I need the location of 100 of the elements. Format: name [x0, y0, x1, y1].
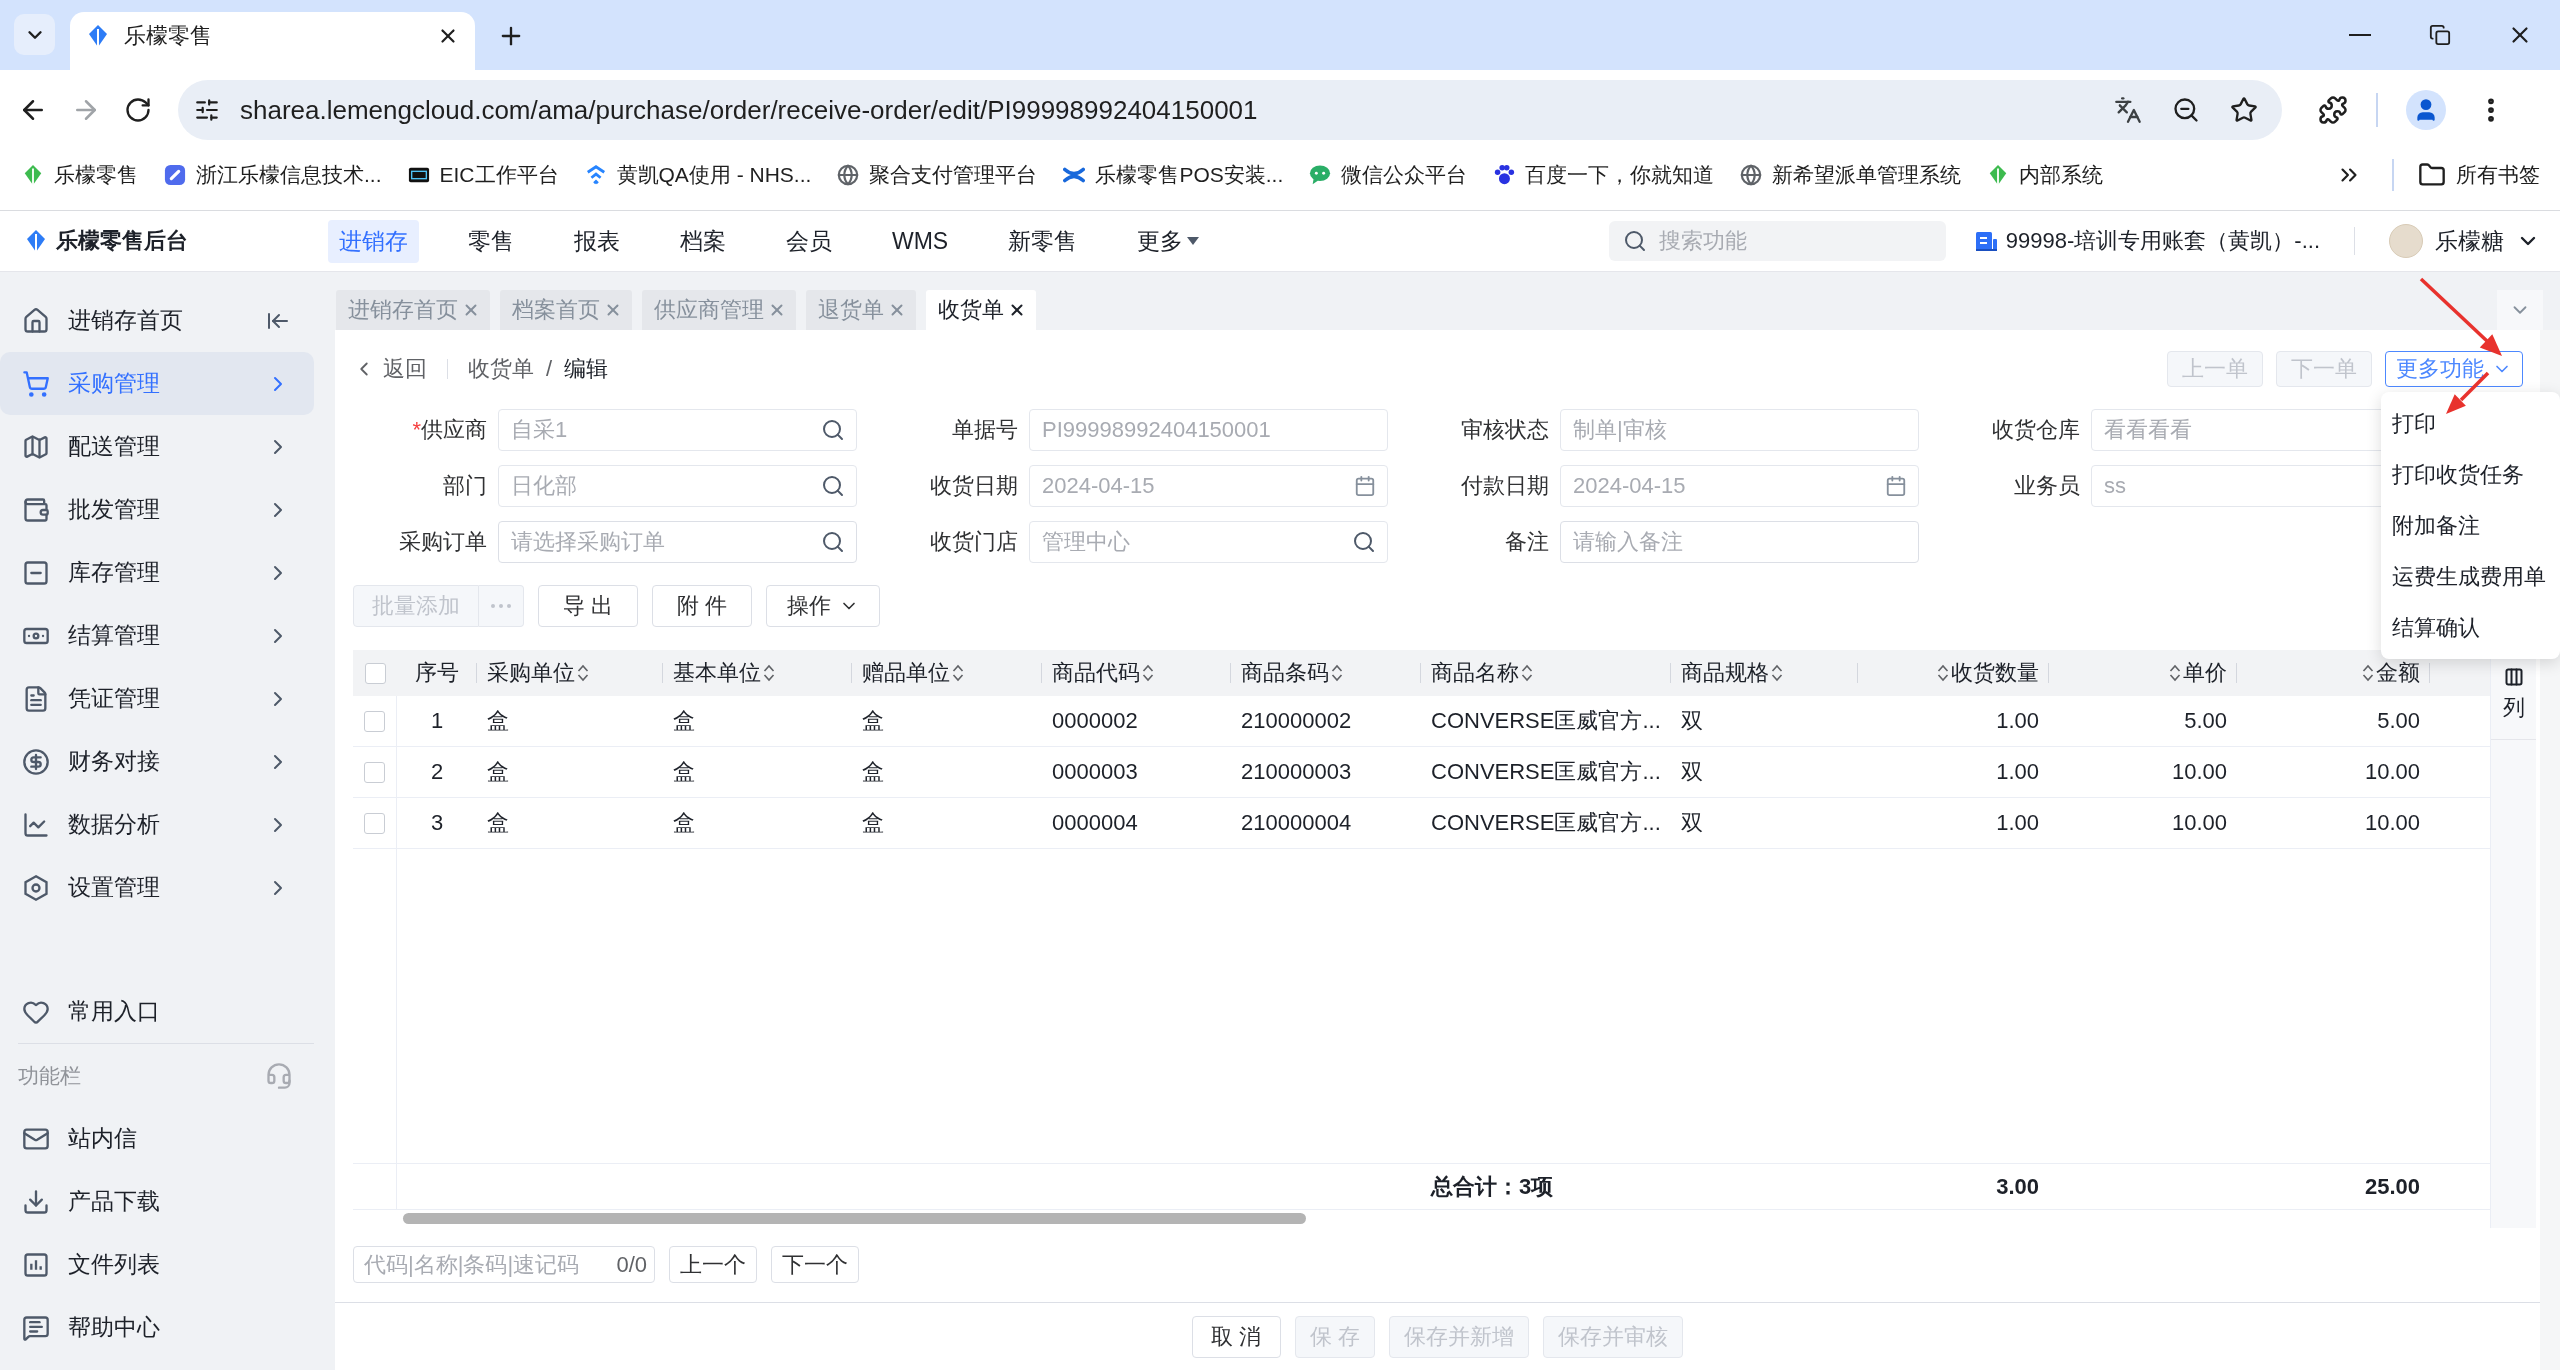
- lookup-field[interactable]: 请选择采购订单: [498, 521, 857, 563]
- next-button[interactable]: 下一个: [771, 1246, 859, 1283]
- leaf-icon: [22, 164, 44, 186]
- sidebar-item[interactable]: 站内信: [0, 1107, 314, 1170]
- page-tab[interactable]: 收货单: [926, 290, 1036, 330]
- user-icon[interactable]: [2406, 90, 2446, 130]
- bookmark[interactable]: 聚合支付管理平台: [837, 161, 1038, 189]
- bookmark[interactable]: EIC工作平台: [407, 161, 559, 189]
- breadcrumb-item[interactable]: 收货单: [468, 354, 534, 384]
- puzzle-icon[interactable]: [2318, 95, 2348, 125]
- sort-icon[interactable]: [952, 663, 964, 683]
- translate-icon[interactable]: [2114, 96, 2142, 124]
- select-all-checkbox[interactable]: [364, 662, 386, 684]
- sort-icon[interactable]: [577, 663, 589, 683]
- nav-item[interactable]: 报表: [563, 219, 631, 263]
- sidebar-item[interactable]: 数据分析: [0, 793, 314, 856]
- bookmark[interactable]: 乐檬零售POS安装...: [1063, 161, 1284, 189]
- calendar-icon[interactable]: [1885, 475, 1907, 497]
- nav-item[interactable]: 新零售: [997, 219, 1089, 263]
- row-checkbox[interactable]: [364, 710, 385, 732]
- bookmark[interactable]: 浙江乐檬信息技术...: [164, 161, 382, 189]
- address-bar[interactable]: sharea.lemengcloud.com/ama/purchase/order/receive-order/edit/PI99998992404150001: [178, 80, 2282, 140]
- user-menu[interactable]: 乐檬糖: [2389, 224, 2540, 258]
- bookmark[interactable]: 内部系统: [1987, 161, 2104, 189]
- sidebar-item[interactable]: 批发管理: [0, 478, 314, 541]
- star-icon[interactable]: [2230, 96, 2258, 124]
- sidebar-item[interactable]: 库存管理: [0, 541, 314, 604]
- calendar-icon[interactable]: [1354, 475, 1376, 497]
- column-header[interactable]: 商品条码: [1231, 650, 1421, 696]
- sidebar-item[interactable]: 财务对接: [0, 730, 314, 793]
- sidebar-item[interactable]: 帮助中心: [0, 1296, 314, 1359]
- bookmark[interactable]: 乐檬零售: [22, 161, 138, 189]
- search-icon[interactable]: [1352, 530, 1376, 554]
- sort-icon[interactable]: [1521, 663, 1533, 683]
- sort-icon[interactable]: [1142, 663, 1154, 683]
- toolbar-button[interactable]: 附 件: [652, 585, 753, 627]
- row-checkbox[interactable]: [364, 761, 385, 783]
- sort-icon[interactable]: [1331, 663, 1343, 683]
- column-header[interactable]: 收货数量: [1858, 650, 2049, 696]
- bookmark-folder[interactable]: 所有书签: [2418, 161, 2540, 189]
- column-header[interactable]: 采购单位: [477, 650, 663, 696]
- table-cell-text: 盒: [861, 809, 885, 837]
- sidebar-item[interactable]: 结算管理: [0, 604, 314, 667]
- search-icon[interactable]: [821, 418, 845, 442]
- bookmark[interactable]: 百度一下，你就知道: [1493, 161, 1715, 189]
- table-cell-text: 盒: [486, 707, 510, 735]
- column-header[interactable]: 赠品单位: [852, 650, 1042, 696]
- nav-item[interactable]: 档案: [669, 219, 737, 263]
- input-field[interactable]: 请输入备注: [1560, 521, 1919, 563]
- menu-item[interactable]: 运费生成费用单: [2381, 551, 2560, 602]
- bookmark[interactable]: 黄凯QA使用 - NHS...: [584, 161, 812, 189]
- sort-icon[interactable]: [1771, 663, 1783, 683]
- horizontal-scrollbar[interactable]: [403, 1213, 1306, 1224]
- field-label: 收货门店: [929, 528, 1018, 556]
- wallet-icon: [22, 495, 50, 524]
- sidebar-item[interactable]: 产品下载: [0, 1170, 314, 1233]
- bookmark[interactable]: 新希望派单管理系统: [1740, 161, 1962, 189]
- sort-icon[interactable]: [1937, 663, 1949, 683]
- column-header[interactable]: 金额: [2237, 650, 2430, 696]
- footer-button[interactable]: 取 消: [1192, 1315, 1281, 1358]
- sidebar-item[interactable]: 文件列表: [0, 1233, 314, 1296]
- nav-item[interactable]: 更多: [1126, 219, 1211, 263]
- sort-icon[interactable]: [2169, 663, 2181, 683]
- previous-button[interactable]: 上一个: [669, 1246, 757, 1283]
- reload-icon[interactable]: [124, 96, 152, 124]
- column-header[interactable]: 单价: [2049, 650, 2237, 696]
- browser-tab[interactable]: 乐檬零售: [70, 12, 475, 70]
- restore-icon[interactable]: [2429, 24, 2451, 46]
- account-switcher[interactable]: 99998-培训专用账套（黄凯）-...: [1973, 226, 2320, 256]
- table-cell-text: 10.00: [2363, 809, 2421, 837]
- field-label: 采购订单: [398, 528, 487, 556]
- sliders-icon[interactable]: [194, 97, 220, 123]
- tab-list-button[interactable]: [14, 14, 55, 55]
- zoom-out-icon[interactable]: [2172, 96, 2200, 124]
- column-header[interactable]: 商品名称: [1421, 650, 1671, 696]
- sidebar-item[interactable]: 进销存首页: [0, 289, 314, 352]
- menu-item[interactable]: 结算确认: [2381, 602, 2560, 653]
- back-link[interactable]: 返回: [353, 354, 427, 384]
- search-field[interactable]: 搜索功能: [1608, 221, 1946, 261]
- toolbar-button[interactable]: 操作: [766, 585, 881, 627]
- sidebar-item[interactable]: 凭证管理: [0, 667, 314, 730]
- sidebar-item[interactable]: 配送管理: [0, 415, 314, 478]
- more-icon: [491, 604, 511, 608]
- column-header[interactable]: 商品规格: [1671, 650, 1858, 696]
- toolbar-button[interactable]: 导 出: [538, 585, 639, 627]
- sort-icon[interactable]: [763, 663, 775, 683]
- row-checkbox[interactable]: [364, 812, 385, 834]
- nav-item[interactable]: 零售: [457, 219, 525, 263]
- column-header[interactable]: 基本单位: [663, 650, 852, 696]
- bookmark[interactable]: 微信公众平台: [1309, 161, 1468, 189]
- sidebar-item[interactable]: 设置管理: [0, 856, 314, 919]
- nav-item[interactable]: WMS: [881, 219, 960, 263]
- search-icon[interactable]: [821, 530, 845, 554]
- nav-item[interactable]: 会员: [775, 219, 843, 263]
- sort-icon[interactable]: [2362, 663, 2374, 683]
- search-icon[interactable]: [821, 474, 845, 498]
- column-header[interactable]: 商品代码: [1042, 650, 1231, 696]
- sidebar-item[interactable]: 常用入口: [0, 980, 314, 1043]
- nav-item[interactable]: 进销存: [328, 219, 419, 263]
- close-icon[interactable]: [1008, 301, 1026, 319]
